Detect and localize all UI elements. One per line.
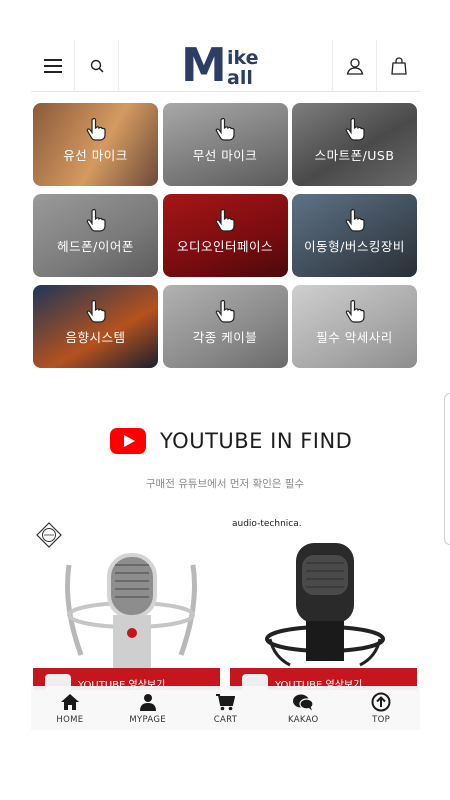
- nav-label: HOME: [56, 714, 84, 725]
- category-label: 헤드폰/이어폰: [57, 239, 134, 254]
- youtube-subtitle: 구매전 유튜브에서 먼저 확인은 필수: [145, 478, 305, 490]
- menu-button[interactable]: [31, 39, 75, 92]
- category-label: 이동형/버스킹장비: [304, 239, 405, 254]
- category-tile-accessories[interactable]: 필수 악세사리: [292, 285, 417, 368]
- user-icon: [346, 58, 363, 75]
- hamburger-icon: [43, 58, 62, 73]
- category-tile-smartphone-usb[interactable]: 스마트폰/USB: [292, 103, 417, 186]
- bottom-navigation: HOME MYPAGE CART KAKAO TOP: [31, 686, 420, 730]
- category-tile-audio-interface[interactable]: 오디오인터페이스: [162, 194, 288, 277]
- shopping-bag-icon: [390, 57, 407, 75]
- nav-label: KAKAO: [288, 714, 319, 725]
- nav-mypage[interactable]: MYPAGE: [113, 692, 183, 725]
- account-button[interactable]: [332, 40, 376, 92]
- search-button[interactable]: [75, 39, 119, 92]
- pointer-hand-icon: [86, 208, 106, 232]
- search-icon: [90, 59, 104, 73]
- nav-label: MYPAGE: [129, 714, 166, 725]
- category-tile-cables[interactable]: 각종 케이블: [162, 285, 288, 368]
- youtube-section-title: YOUTUBE IN FIND: [110, 428, 352, 454]
- pointer-hand-icon: [345, 117, 365, 141]
- category-label: 필수 악세사리: [316, 330, 393, 345]
- nav-top[interactable]: TOP: [346, 692, 416, 725]
- logo-letter: M: [181, 38, 227, 92]
- condenser-microphone-image: [65, 553, 197, 670]
- logo-text-bottom: all: [227, 67, 253, 89]
- category-label: 음향시스템: [65, 330, 126, 345]
- category-tile-wired-mic[interactable]: 유선 마이크: [33, 103, 158, 186]
- youtube-card[interactable]: YOUTUBE 영상보기: [33, 515, 220, 690]
- category-tile-headphones[interactable]: 헤드폰/이어폰: [33, 194, 158, 277]
- person-icon: [139, 693, 156, 711]
- nav-cart[interactable]: CART: [190, 692, 260, 725]
- nav-home[interactable]: HOME: [35, 692, 105, 725]
- category-grid: 유선 마이크 무선 마이크 스마트폰/USB 헤드폰/이어폰 오디오인터페이스 …: [33, 103, 417, 368]
- category-label: 각종 케이블: [192, 330, 258, 345]
- category-tile-sound-system[interactable]: 음향시스템: [33, 285, 158, 368]
- header: M ike all: [31, 38, 420, 92]
- chat-bubble-icon: [293, 694, 314, 710]
- pointer-hand-icon: [215, 117, 235, 141]
- brand-name: audio-technica.: [232, 519, 302, 529]
- logo-text-top: ike: [227, 47, 259, 69]
- pointer-hand-icon: [86, 299, 106, 323]
- category-label: 스마트폰/USB: [314, 148, 395, 163]
- category-label: 무선 마이크: [192, 148, 258, 163]
- pointer-hand-icon: [86, 117, 106, 141]
- youtube-logo-icon: [110, 428, 146, 454]
- arrow-up-circle-icon: [371, 692, 391, 711]
- nav-label: CART: [213, 714, 238, 725]
- cart-icon: [216, 693, 236, 710]
- home-icon: [60, 693, 79, 710]
- brand-emblem-icon: [36, 522, 62, 548]
- nav-kakao[interactable]: KAKAO: [268, 692, 338, 725]
- pointer-hand-icon: [345, 208, 365, 232]
- site-logo[interactable]: M ike all: [181, 38, 273, 92]
- youtube-title-text: YOUTUBE IN FIND: [160, 429, 353, 453]
- nav-label: TOP: [372, 714, 391, 725]
- youtube-cards: YOUTUBE 영상보기 audio-technica. YOUTUBE 영상보…: [33, 515, 417, 690]
- category-label: 오디오인터페이스: [176, 239, 273, 254]
- cart-button[interactable]: [376, 40, 420, 92]
- side-drawer-handle[interactable]: [444, 393, 450, 545]
- category-tile-wireless-mic[interactable]: 무선 마이크: [162, 103, 288, 186]
- pointer-hand-icon: [215, 299, 235, 323]
- studio-microphone-image: [265, 543, 385, 667]
- pointer-hand-icon: [345, 299, 365, 323]
- youtube-card[interactable]: audio-technica. YOUTUBE 영상보기: [230, 515, 417, 690]
- category-label: 유선 마이크: [63, 148, 128, 163]
- category-tile-portable-busking[interactable]: 이동형/버스킹장비: [292, 194, 417, 277]
- pointer-hand-icon: [215, 208, 235, 232]
